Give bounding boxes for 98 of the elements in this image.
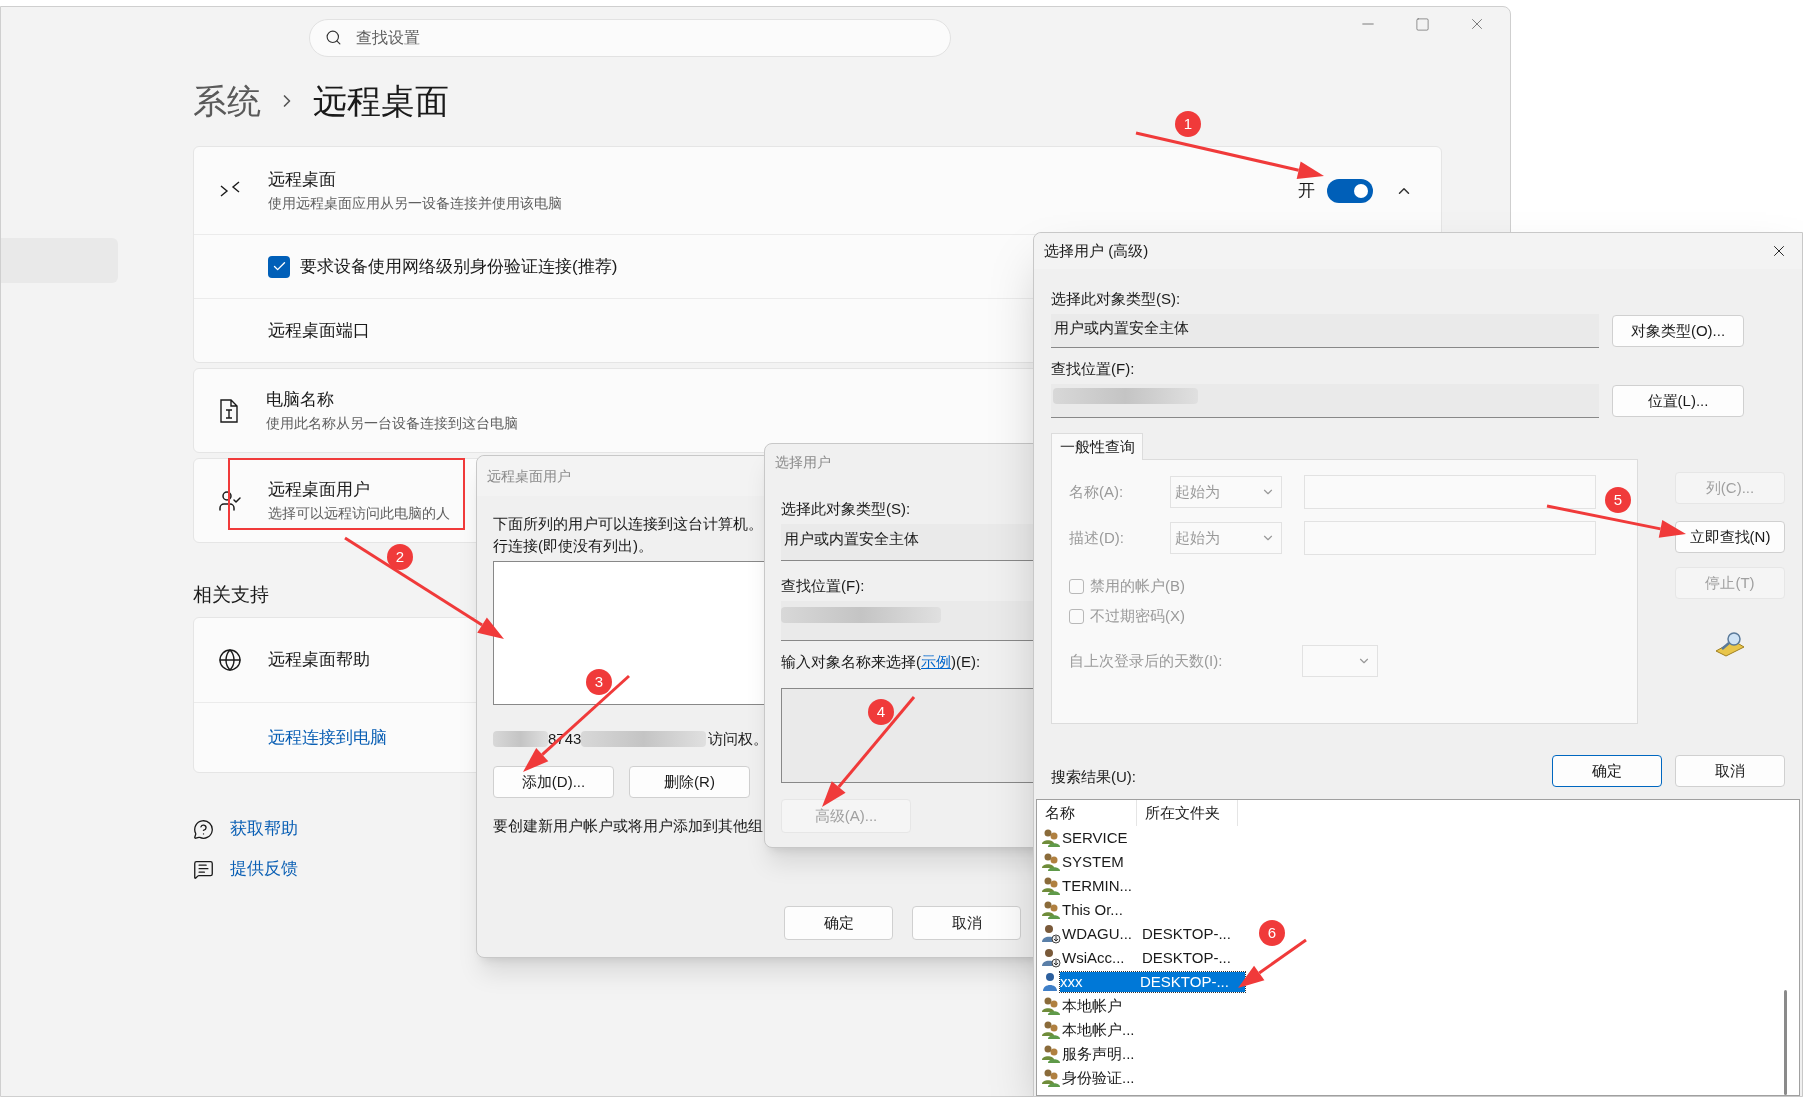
result-row[interactable]: 本地帐户 <box>1037 994 1142 1018</box>
footer-link[interactable]: 提供反馈 <box>230 856 298 882</box>
setting-title: 远程桌面端口 <box>268 319 370 342</box>
magnifier-icon <box>1714 631 1746 657</box>
field-label: 名称(A): <box>1069 481 1125 502</box>
group-icon <box>1041 900 1061 920</box>
setting-description: 使用远程桌面应用从另一设备连接并使用该电脑 <box>268 193 562 213</box>
result-row[interactable]: SERVICE <box>1037 826 1142 850</box>
dialog-button[interactable]: 位置(L)... <box>1612 385 1744 417</box>
user-badge-icon <box>1041 948 1061 968</box>
toggle-state: 开 <box>1298 179 1315 202</box>
dialog-button[interactable]: 添加(D)... <box>493 766 614 798</box>
result-name: SYSTEM <box>1062 851 1125 872</box>
result-row[interactable]: 身份验证... <box>1037 1066 1142 1090</box>
dialog-button[interactable]: 确定 <box>1552 755 1662 787</box>
dialog-button[interactable]: 取消 <box>1675 755 1785 787</box>
blurred-text <box>493 731 548 747</box>
field-label: 选择此对象类型(S): <box>781 499 911 519</box>
message-icon <box>193 858 214 880</box>
group-icon <box>1041 828 1061 848</box>
result-name: SERVICE <box>1062 827 1129 848</box>
setting-title: 远程桌面 <box>268 169 337 192</box>
result-name: 服务声明... <box>1062 1043 1136 1064</box>
column-header[interactable]: 名称 <box>1037 800 1137 826</box>
result-folder: DESKTOP-... <box>1142 947 1232 968</box>
dialog-button[interactable]: 确定 <box>784 906 893 940</box>
dialog-button[interactable]: 对象类型(O)... <box>1612 315 1744 347</box>
checkbox[interactable] <box>268 255 290 278</box>
result-row[interactable]: 本地帐户... <box>1037 1018 1142 1042</box>
result-row[interactable]: WDAGU... DESKTOP-... <box>1037 922 1247 946</box>
maximize-icon[interactable] <box>1415 16 1430 32</box>
setting-description: 选择可以远程访问此电脑的人 <box>268 503 450 523</box>
field-label: 查找位置(F): <box>781 576 865 596</box>
result-name: WDAGU... <box>1062 923 1133 944</box>
result-row[interactable]: This Or... <box>1037 898 1142 922</box>
setting-title: 电脑名称 <box>266 389 335 412</box>
toggle-switch[interactable] <box>1327 178 1373 203</box>
group-icon <box>1041 1068 1061 1088</box>
search-field[interactable]: 查找设置 <box>309 19 951 57</box>
dialog-title: 选择用户 <box>775 452 831 472</box>
annotation-arrow <box>1238 938 1307 988</box>
result-name: TERMIN... <box>1062 875 1133 896</box>
result-row[interactable]: SYSTEM <box>1037 850 1142 874</box>
dialog-button[interactable]: 删除(R) <box>629 766 750 798</box>
globe-icon <box>218 648 242 672</box>
group-icon <box>1041 1044 1061 1064</box>
field-label: )(E): <box>951 651 981 672</box>
result-name: This Or... <box>1062 899 1124 920</box>
checkbox-label: 不过期密码(X) <box>1090 605 1185 626</box>
setting-description: 使用此名称从另一台设备连接到这台电脑 <box>266 413 518 433</box>
footer-link[interactable]: 获取帮助 <box>230 816 298 842</box>
result-name: 本地帐户 <box>1062 995 1123 1016</box>
result-name: 本地帐户... <box>1062 1019 1136 1040</box>
sidebar-item[interactable] <box>1 238 118 283</box>
group-icon <box>1041 996 1061 1016</box>
field-label: 输入对象名称来选择( <box>781 651 921 672</box>
field-label: 选择此对象类型(S): <box>1051 289 1181 309</box>
membership-text: 访问权。 <box>708 728 769 749</box>
result-name: 身份验证... <box>1062 1067 1136 1088</box>
result-name: xxx <box>1060 971 1084 992</box>
object-type-field: 用户或内置安全主体 <box>1051 314 1599 348</box>
dialog-title: 远程桌面用户 <box>487 466 571 486</box>
group-icon <box>1041 876 1061 896</box>
checkbox-label: 禁用的帐户(B) <box>1090 575 1185 596</box>
column-header[interactable]: 所在文件夹 <box>1137 800 1238 826</box>
field-label: 搜索结果(U): <box>1051 767 1136 787</box>
group-icon <box>1041 852 1061 872</box>
dialog-button[interactable]: 取消 <box>912 906 1021 940</box>
help-link[interactable]: 远程连接到电脑 <box>268 724 387 751</box>
page-title: 远程桌面 <box>313 80 449 122</box>
dialog-text: 下面所列的用户可以连接到这台计算机。 <box>493 514 763 534</box>
breadcrumb-parent[interactable]: 系统 <box>193 75 261 127</box>
result-row[interactable]: WsiAcc... DESKTOP-... <box>1037 946 1247 970</box>
result-folder: DESKTOP-... <box>1142 923 1232 944</box>
field-label: 描述(D): <box>1069 527 1125 548</box>
query-tab[interactable]: 一般性查询 <box>1051 433 1143 460</box>
setting-title[interactable]: 远程桌面帮助 <box>268 647 370 673</box>
setting-title: 远程桌面用户 <box>268 479 371 502</box>
user-icon <box>1041 972 1059 992</box>
result-row[interactable]: TERMIN... <box>1037 874 1142 898</box>
dialog-text: 要创建新用户帐户或将用户添加到其他组 <box>493 816 763 836</box>
dialog-button[interactable]: 立即查找(N) <box>1675 521 1785 553</box>
scrollbar-thumb[interactable] <box>1784 990 1787 1095</box>
user-badge-icon <box>1041 924 1061 944</box>
result-folder: DESKTOP-... <box>1140 971 1230 992</box>
field-label: 自上次登录后的天数(I): <box>1069 650 1224 671</box>
user-check-icon <box>218 488 242 513</box>
document-icon <box>218 397 240 424</box>
dialog-title: 选择用户 (高级) <box>1044 240 1149 261</box>
dialog-text: 行连接(即使没有列出)。 <box>493 536 653 556</box>
section-heading: 相关支持 <box>193 583 269 607</box>
example-link[interactable]: 示例 <box>921 650 951 674</box>
group-icon <box>1041 1020 1061 1040</box>
checkbox-label: 要求设备使用网络级别身份验证连接(推荐) <box>300 255 618 278</box>
result-name: WsiAcc... <box>1062 947 1126 968</box>
result-row[interactable]: 服务声明... <box>1037 1042 1142 1066</box>
help-icon <box>193 818 214 840</box>
search-icon <box>325 29 342 46</box>
